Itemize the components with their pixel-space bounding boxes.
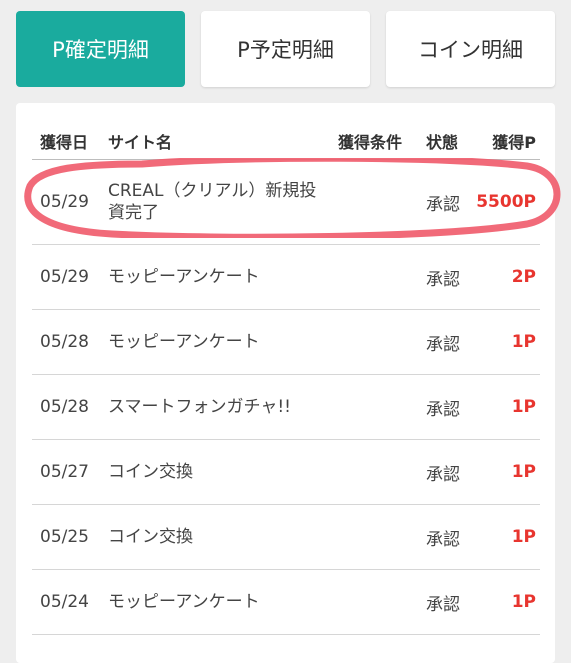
table-row: 05/29 モッピーアンケート 承認 2P (32, 245, 540, 310)
row-status: 承認 (426, 529, 460, 550)
row-date: 05/27 (40, 462, 89, 482)
row-date: 05/29 (40, 267, 89, 287)
row-site-name: モッピーアンケート (108, 267, 260, 287)
detail-tabs: P確定明細 P予定明細 コイン明細 (16, 11, 555, 87)
tab-confirmed-points[interactable]: P確定明細 (16, 11, 185, 87)
header-status: 状態 (426, 133, 459, 152)
row-status: 承認 (426, 194, 460, 215)
row-status: 承認 (426, 399, 460, 420)
table-row: 05/24 モッピーアンケート 承認 1P (32, 570, 540, 635)
row-site-name: モッピーアンケート (108, 592, 260, 612)
row-status: 承認 (426, 334, 460, 355)
row-date: 05/24 (40, 592, 89, 612)
row-status: 承認 (426, 464, 460, 485)
table-row: 05/25 コイン交換 承認 1P (32, 505, 540, 570)
header-site-name: サイト名 (108, 133, 173, 152)
row-date: 05/28 (40, 397, 89, 417)
table-row: 05/28 モッピーアンケート 承認 1P (32, 310, 540, 375)
header-points: 獲得P (492, 133, 536, 152)
row-date: 05/28 (40, 332, 89, 352)
table-header: 獲得日 サイト名 獲得条件 状態 獲得P (32, 103, 540, 160)
row-points: 1P (511, 462, 536, 482)
header-condition: 獲得条件 (338, 133, 403, 152)
table-row: 05/27 コイン交換 承認 1P (32, 440, 540, 505)
row-status: 承認 (426, 269, 460, 290)
row-date: 05/25 (40, 527, 89, 547)
row-status: 承認 (426, 594, 460, 615)
header-date: 獲得日 (40, 133, 89, 152)
table-row: 05/28 スマートフォンガチャ!! 承認 1P (32, 375, 540, 440)
tab-scheduled-points[interactable]: P予定明細 (201, 11, 370, 87)
row-points: 1P (511, 332, 536, 352)
row-points: 1P (511, 397, 536, 417)
table-row: 05/29 CREAL（クリアル）新規投資完了 承認 5500P (32, 160, 540, 245)
table-body: 05/29 CREAL（クリアル）新規投資完了 承認 5500P 05/29 モ… (32, 160, 540, 635)
row-site-name: コイン交換 (108, 527, 193, 547)
row-points: 5500P (476, 192, 536, 212)
row-site-name: モッピーアンケート (108, 332, 260, 352)
row-site-name: コイン交換 (108, 462, 193, 482)
tab-coin-details[interactable]: コイン明細 (386, 11, 555, 87)
row-points: 1P (511, 527, 536, 547)
row-points: 2P (511, 267, 536, 287)
row-date: 05/29 (40, 192, 89, 212)
points-history-table: 獲得日 サイト名 獲得条件 状態 獲得P 05/29 CREAL（クリアル）新規… (16, 103, 555, 663)
row-points: 1P (511, 592, 536, 612)
row-site-name: CREAL（クリアル）新規投資完了 (108, 181, 317, 223)
row-site-name: スマートフォンガチャ!! (108, 397, 291, 417)
